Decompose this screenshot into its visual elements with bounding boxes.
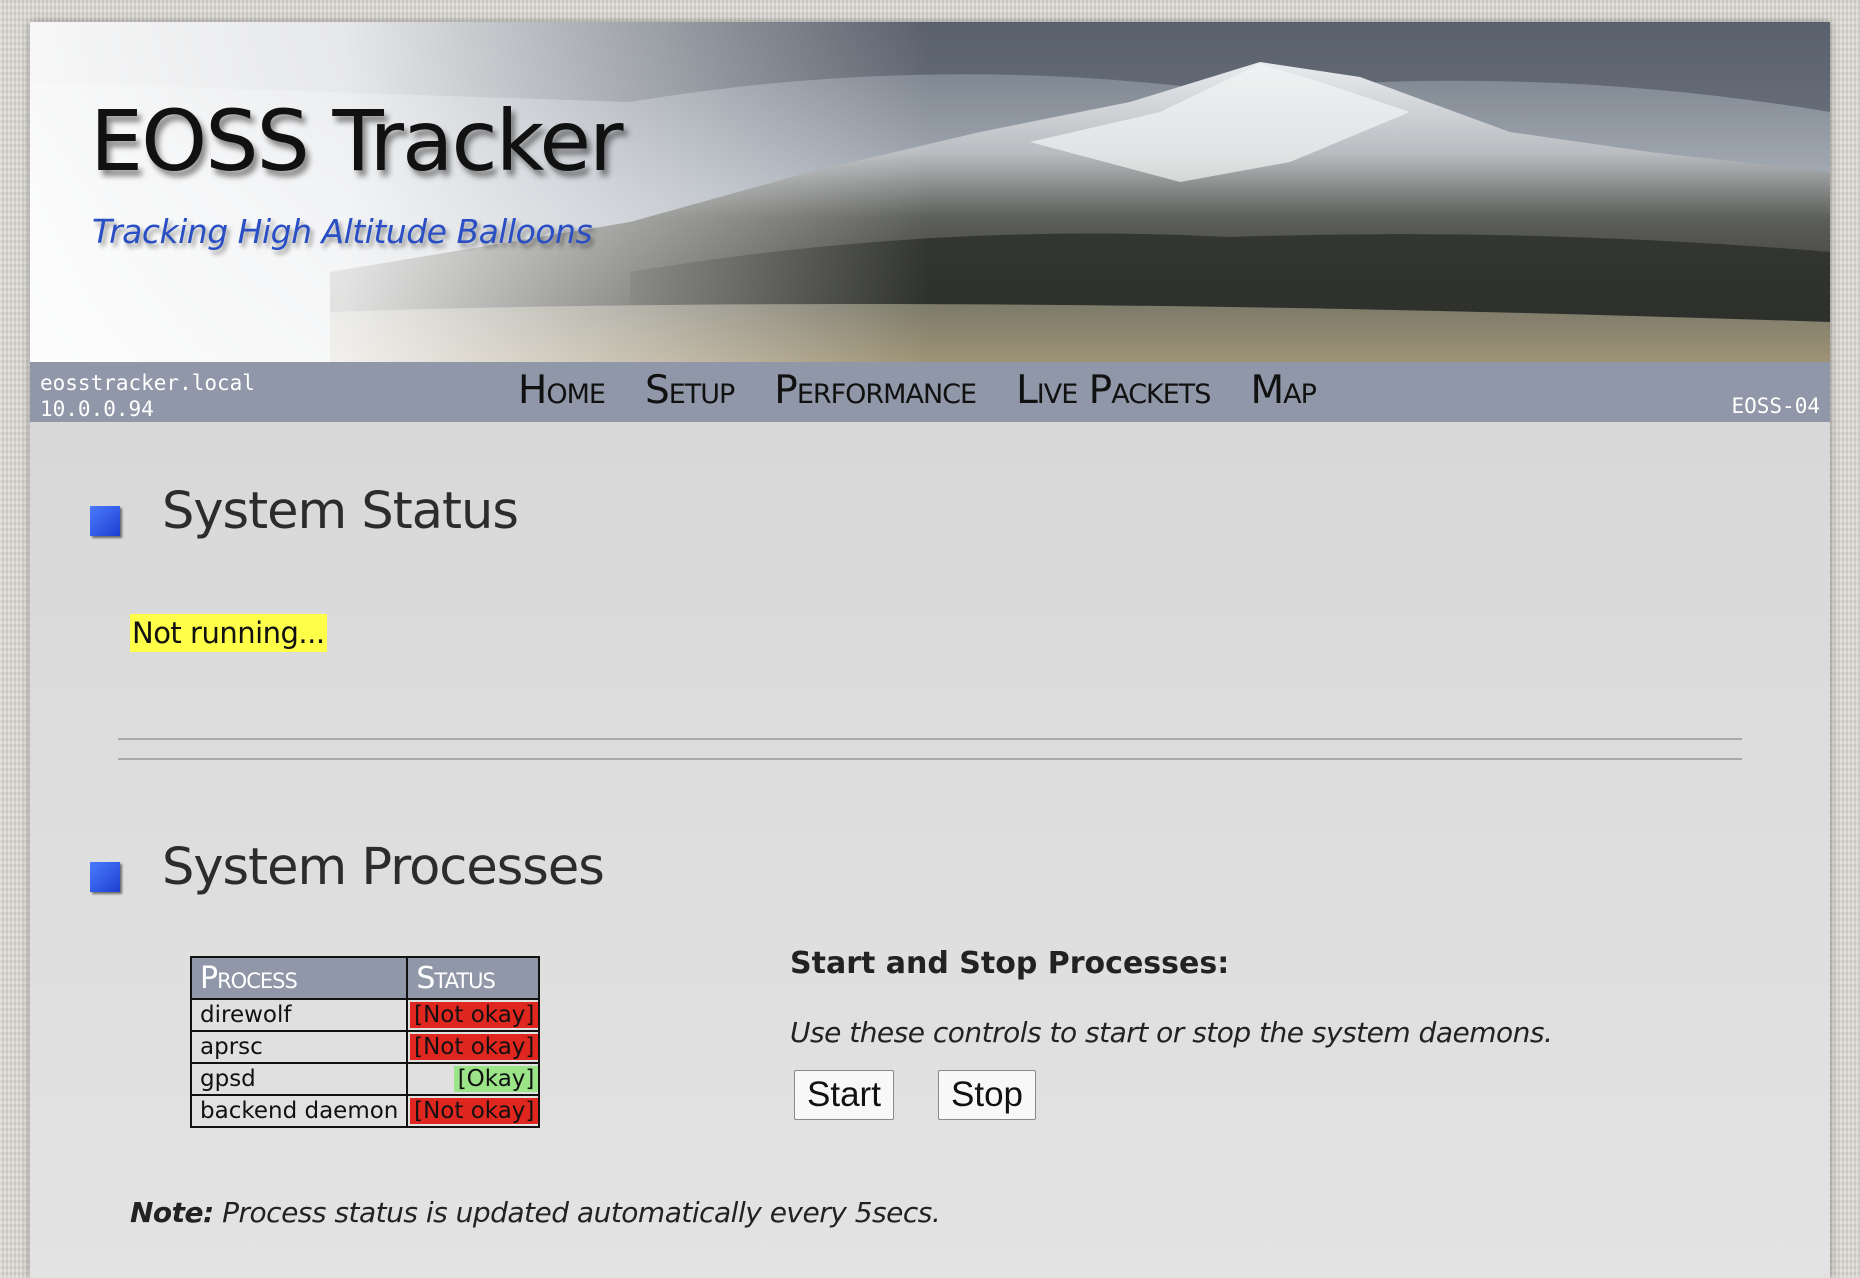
nav-link-setup[interactable]: Setup: [645, 368, 735, 414]
update-note: Note: Process status is updated automati…: [130, 1196, 941, 1229]
nav-link-home[interactable]: Home: [518, 368, 606, 414]
status-badge: [Not okay]: [410, 1098, 539, 1124]
nav-link-map[interactable]: Map: [1250, 368, 1316, 414]
system-processes-heading: System Processes: [162, 838, 605, 897]
table-row: gpsd [Okay]: [189, 1062, 541, 1096]
site-subtitle: Tracking High Altitude Balloons: [92, 212, 593, 251]
note-text: Process status is updated automatically …: [213, 1196, 941, 1229]
process-name: direwolf: [189, 998, 409, 1032]
status-badge: [Okay]: [453, 1066, 539, 1092]
process-status-cell: [Not okay]: [406, 1094, 541, 1128]
system-status-heading: System Status: [162, 482, 519, 541]
controls-description: Use these controls to start or stop the …: [790, 1016, 1553, 1049]
controls-heading: Start and Stop Processes:: [790, 946, 1230, 981]
process-name: backend daemon: [189, 1094, 409, 1128]
status-message: Not running...: [130, 614, 327, 652]
main-nav: Home Setup Performance Live Packets Map: [518, 368, 1317, 414]
page-container: EOSS Tracker Tracking High Altitude Ball…: [30, 22, 1830, 1278]
table-row: aprsc [Not okay]: [189, 1030, 541, 1064]
table-row: direwolf [Not okay]: [189, 998, 541, 1032]
process-status-cell: [Okay]: [406, 1062, 541, 1096]
column-header-process: Process: [189, 956, 409, 1000]
section-bullet-icon: [90, 862, 120, 892]
status-badge: [Not okay]: [410, 1002, 539, 1028]
header-fade: [30, 22, 930, 362]
column-header-status: Status: [406, 956, 541, 1000]
ip-address-label: 10.0.0.94: [40, 397, 154, 421]
note-label: Note:: [130, 1196, 214, 1229]
section-bullet-icon: [90, 506, 120, 536]
table-row: backend daemon [Not okay]: [189, 1094, 541, 1128]
divider-top: [118, 738, 1742, 740]
process-name: gpsd: [189, 1062, 409, 1096]
nav-bar: eosstracker.local 10.0.0.94 Home Setup P…: [30, 362, 1830, 422]
process-status-cell: [Not okay]: [406, 1030, 541, 1064]
table-header-row: Process Status: [189, 956, 541, 1000]
site-title: EOSS Tracker: [90, 92, 624, 190]
nav-link-performance[interactable]: Performance: [774, 368, 977, 414]
callsign-label: EOSS-04: [1731, 394, 1820, 418]
divider-bottom: [118, 758, 1742, 760]
process-name: aprsc: [189, 1030, 409, 1064]
process-status-cell: [Not okay]: [406, 998, 541, 1032]
hostname-label: eosstracker.local: [40, 371, 255, 395]
host-info: eosstracker.local 10.0.0.94: [40, 370, 255, 422]
status-badge: [Not okay]: [410, 1034, 539, 1060]
stop-button[interactable]: Stop: [938, 1070, 1036, 1120]
nav-link-live-packets[interactable]: Live Packets: [1016, 368, 1211, 414]
process-status-table: Process Status direwolf [Not okay] aprsc…: [189, 956, 541, 1128]
header-banner: EOSS Tracker Tracking High Altitude Ball…: [30, 22, 1830, 362]
start-button[interactable]: Start: [794, 1070, 894, 1120]
